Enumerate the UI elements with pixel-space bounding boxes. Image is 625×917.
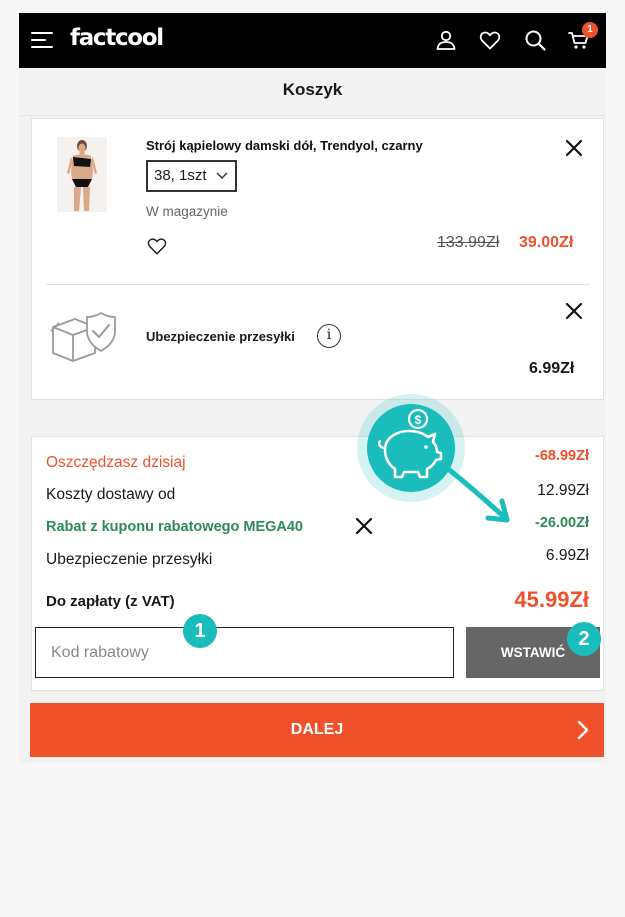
price-original: 133.99Zł xyxy=(437,234,500,251)
savings-label: Oszczędzasz dzisiaj xyxy=(46,454,186,471)
product-thumbnail[interactable] xyxy=(57,137,107,212)
product-name[interactable]: Strój kąpielowy damski dół, Trendyol, cz… xyxy=(146,138,423,153)
cart-items-card: Strój kąpielowy damski dół, Trendyol, cz… xyxy=(31,118,604,400)
insurance-price: 6.99Zł xyxy=(529,360,575,377)
size-quantity-value: 38, 1szt xyxy=(154,167,207,184)
insurance-name: Ubezpieczenie przesyłki xyxy=(146,329,295,344)
chevron-right-icon xyxy=(577,720,589,740)
cart-count-badge: 1 xyxy=(582,22,598,38)
order-summary-card: Oszczędzasz dzisiaj -68.99Zł Koszty dost… xyxy=(31,436,604,691)
shipping-label: Koszty dostawy od xyxy=(46,486,176,503)
step-1-badge: 1 xyxy=(183,614,217,648)
info-icon[interactable]: i xyxy=(317,324,341,348)
total-label: Do zapłaty (z VAT) xyxy=(46,593,175,610)
app-frame: factcool 1 Koszyk Strój kąpielowy damski… xyxy=(19,13,606,763)
account-icon[interactable] xyxy=(434,28,458,52)
logo[interactable]: factcool xyxy=(70,25,164,51)
search-icon[interactable] xyxy=(523,28,547,52)
wishlist-heart-icon[interactable] xyxy=(146,235,168,257)
shipping-value: 12.99Zł xyxy=(537,482,589,499)
next-button-label: DALEJ xyxy=(290,721,344,738)
size-quantity-select[interactable]: 38, 1szt xyxy=(146,160,237,192)
remove-item-close-icon[interactable] xyxy=(564,138,584,158)
menu-icon[interactable] xyxy=(31,31,53,49)
piggy-coin-symbol: $ xyxy=(415,413,422,427)
top-bar: factcool 1 xyxy=(19,13,606,68)
remove-insurance-close-icon[interactable] xyxy=(564,301,584,321)
coupon-code-input[interactable] xyxy=(35,627,454,678)
stock-status: W magazynie xyxy=(146,204,228,219)
price-discounted: 39.00Zł xyxy=(519,234,574,251)
next-button[interactable]: DALEJ xyxy=(30,703,604,757)
piggy-bank-annotation: $ xyxy=(355,392,510,523)
item-divider xyxy=(46,284,590,285)
package-shield-icon xyxy=(50,312,116,362)
step-2-badge: 2 xyxy=(567,622,601,656)
insurance-summary-value: 6.99Zł xyxy=(545,547,589,564)
savings-value: -68.99Zł xyxy=(535,448,589,464)
total-value: 45.99Zł xyxy=(514,587,589,612)
page-title: Koszyk xyxy=(19,68,606,116)
insurance-summary-label: Ubezpieczenie przesyłki xyxy=(46,551,213,568)
coupon-value: -26.00Zł xyxy=(535,515,589,531)
piggy-bank-icon: $ xyxy=(357,394,510,523)
coupon-label: Rabat z kuponu rabatowego MEGA40 xyxy=(46,519,303,535)
chevron-down-icon xyxy=(216,172,228,180)
heart-icon[interactable] xyxy=(478,28,502,52)
